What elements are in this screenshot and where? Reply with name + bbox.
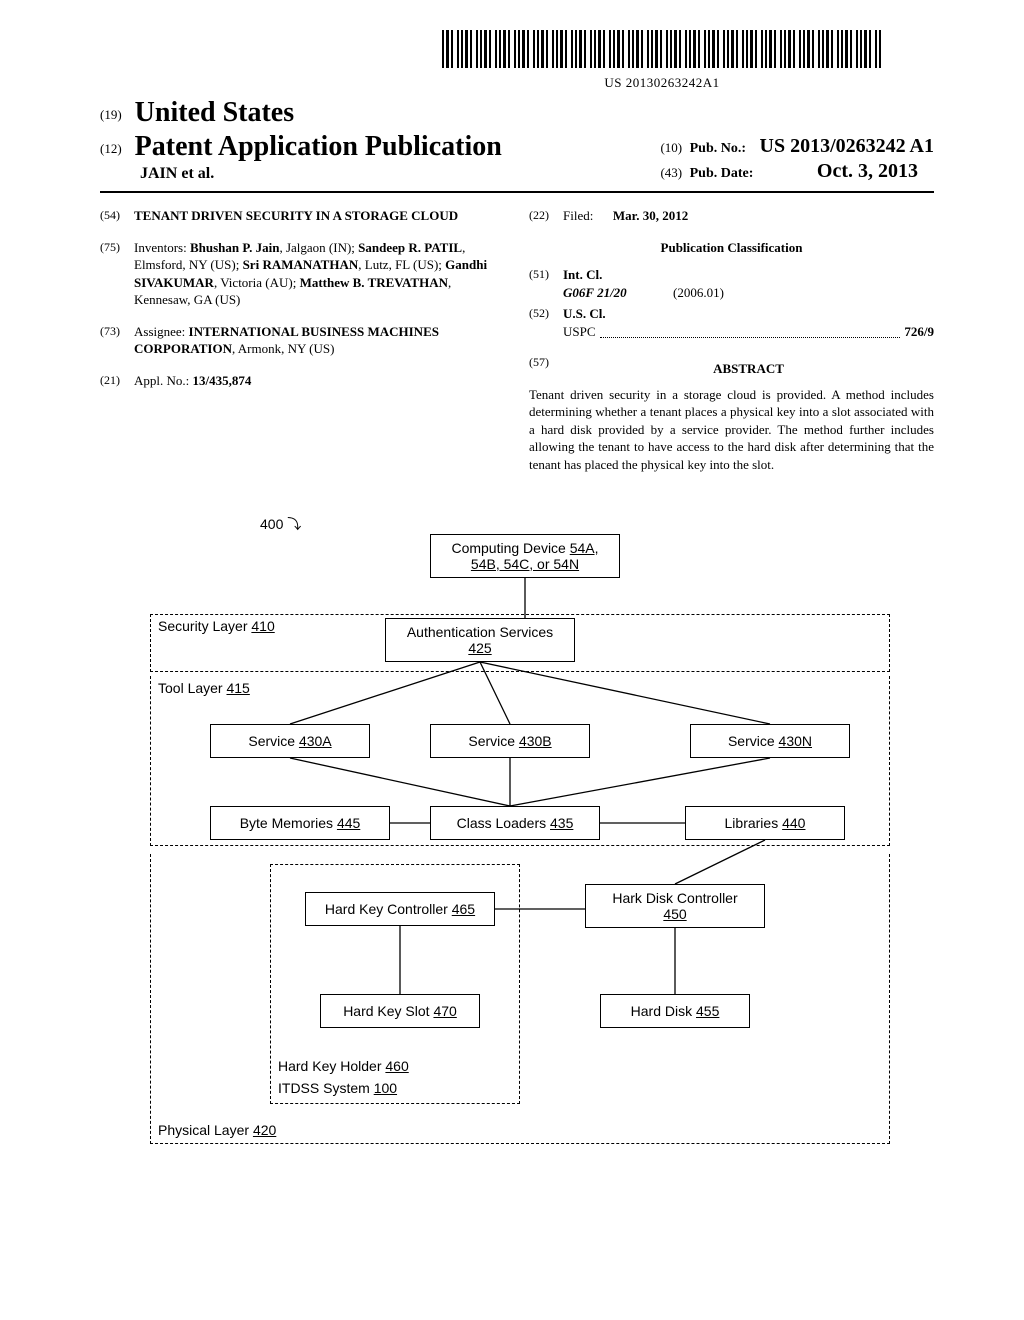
field-num-12: (12) [100, 141, 122, 156]
country-name: United States [135, 97, 294, 128]
body-columns: (54) TENANT DRIVEN SECURITY IN A STORAGE… [100, 207, 934, 474]
field-applno: (21) Appl. No.: 13/435,874 [100, 372, 505, 390]
field-num-21: (21) [100, 372, 134, 390]
box-hard-key-controller: Hard Key Controller 465 [305, 892, 495, 926]
assignee-label: Assignee: [134, 324, 185, 339]
author-line: JAIN et al. [140, 165, 502, 183]
inventors-list: Bhushan P. Jain, Jalgaon (IN); Sandeep R… [134, 240, 487, 308]
box-class-loaders: Class Loaders 435 [430, 806, 600, 840]
intcl-label: Int. Cl. [563, 267, 602, 282]
field-num-54: (54) [100, 207, 134, 225]
intcl-code: G06F 21/20 [563, 285, 627, 300]
pubclass-heading: Publication Classification [529, 239, 934, 257]
label-hard-key-holder: Hard Key Holder 460 [278, 1058, 409, 1074]
left-column: (54) TENANT DRIVEN SECURITY IN A STORAGE… [100, 207, 505, 474]
field-title: (54) TENANT DRIVEN SECURITY IN A STORAGE… [100, 207, 505, 225]
uscl-value: 726/9 [904, 323, 934, 341]
field-inventors: (75) Inventors: Bhushan P. Jain, Jalgaon… [100, 239, 505, 309]
intcl-date: (2006.01) [673, 284, 724, 302]
ref-400-label: 400 ⤵ [260, 514, 301, 534]
field-intcl: (51) Int. Cl. G06F 21/20 (2006.01) [529, 266, 934, 301]
inventors-label: Inventors: [134, 240, 187, 255]
label-physical-layer: Physical Layer 420 [158, 1122, 276, 1138]
applno-label: Appl. No.: [134, 373, 189, 388]
abstract-heading: ABSTRACT [563, 360, 934, 378]
field-num-51: (51) [529, 266, 563, 301]
field-num-19: (19) [100, 107, 122, 122]
region-physical-layer [150, 854, 890, 1144]
box-auth-services: Authentication Services425 [385, 618, 575, 662]
abstract-text: Tenant driven security in a storage clou… [529, 386, 934, 474]
box-libraries: Libraries 440 [685, 806, 845, 840]
field-num-43: (43) [660, 165, 682, 180]
box-byte-memories: Byte Memories 445 [210, 806, 390, 840]
dot-leader [600, 327, 901, 339]
field-abstract: (57) ABSTRACT [529, 354, 934, 382]
label-itdss: ITDSS System 100 [278, 1080, 397, 1096]
header-country-line: (19) United States [100, 97, 934, 129]
publication-type: Patent Application Publication [135, 131, 502, 162]
barcode-graphic [442, 30, 882, 68]
pubno-label: Pub. No.: [690, 141, 746, 156]
uscl-label: U.S. Cl. [563, 306, 606, 321]
field-num-10: (10) [660, 140, 682, 155]
pubdate-value: Oct. 3, 2013 [817, 160, 918, 182]
filed-value: Mar. 30, 2012 [613, 208, 688, 223]
invention-title: TENANT DRIVEN SECURITY IN A STORAGE CLOU… [134, 208, 458, 223]
uscl-sub: USPC [563, 323, 596, 341]
field-num-75: (75) [100, 239, 134, 309]
field-num-52: (52) [529, 305, 563, 340]
pubno-value: US 2013/0263242 A1 [760, 135, 934, 157]
label-security-layer: Security Layer 410 [158, 618, 275, 634]
box-service-b: Service 430B [430, 724, 590, 758]
field-num-73: (73) [100, 323, 134, 358]
field-num-22: (22) [529, 207, 563, 225]
box-hard-key-slot: Hard Key Slot 470 [320, 994, 480, 1028]
filed-label: Filed: [563, 208, 593, 223]
figure-diagram: 400 ⤵ Computing Device 54A, 54B, 54C, or… [140, 514, 904, 1174]
box-hard-disk: Hard Disk 455 [600, 994, 750, 1028]
box-hard-disk-controller: Hark Disk Controller450 [585, 884, 765, 928]
box-service-n: Service 430N [690, 724, 850, 758]
field-assignee: (73) Assignee: INTERNATIONAL BUSINESS MA… [100, 323, 505, 358]
pubdate-label: Pub. Date: [690, 166, 754, 181]
barcode-text: US 20130263242A1 [390, 75, 934, 91]
label-tool-layer: Tool Layer 415 [158, 680, 250, 696]
barcode-block: US 20130263242A1 [390, 30, 934, 91]
field-uscl: (52) U.S. Cl. USPC 726/9 [529, 305, 934, 340]
field-num-57: (57) [529, 354, 563, 382]
box-service-a: Service 430A [210, 724, 370, 758]
box-computing-device: Computing Device 54A, 54B, 54C, or 54N [430, 534, 620, 578]
header-rule [100, 191, 934, 193]
header-row-2: (12) Patent Application Publication JAIN… [100, 131, 934, 183]
applno-value: 13/435,874 [193, 373, 252, 388]
field-filed: (22) Filed: Mar. 30, 2012 [529, 207, 934, 225]
right-column: (22) Filed: Mar. 30, 2012 Publication Cl… [529, 207, 934, 474]
